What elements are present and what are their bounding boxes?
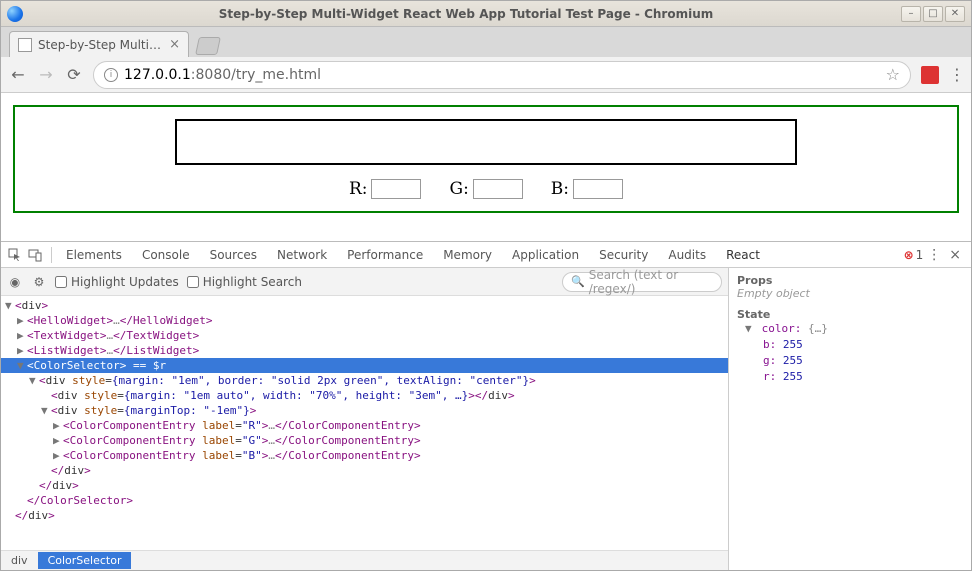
close-button[interactable]: ✕ xyxy=(945,6,965,22)
react-toolbar: ◉ ⚙ Highlight Updates Highlight Search 🔍… xyxy=(1,268,728,296)
state-r-row: r: 255 xyxy=(737,369,963,385)
tab-network[interactable]: Network xyxy=(267,242,337,267)
tab-security[interactable]: Security xyxy=(589,242,658,267)
tab-close-icon[interactable]: × xyxy=(169,37,180,52)
new-tab-button[interactable] xyxy=(195,37,221,55)
tab-title: Step-by-Step Multi-W xyxy=(38,38,163,52)
browser-tab[interactable]: Step-by-Step Multi-W × xyxy=(9,31,189,57)
bookmark-star-icon[interactable]: ☆ xyxy=(886,65,900,84)
devtools-tabbar: Elements Console Sources Network Perform… xyxy=(1,242,971,268)
extension-icon[interactable] xyxy=(921,66,939,84)
component-tree[interactable]: ▼<div> ▶<HelloWidget>…</HelloWidget> ▶<T… xyxy=(1,296,728,550)
tab-elements[interactable]: Elements xyxy=(56,242,132,267)
device-toolbar-icon[interactable] xyxy=(27,247,43,263)
color-inputs-row: R: G: B: xyxy=(15,179,957,199)
separator xyxy=(51,247,52,263)
highlight-search-label: Highlight Search xyxy=(203,275,302,289)
url-port: :8080 xyxy=(191,67,231,83)
window-root: Step-by-Step Multi-Widget React Web App … xyxy=(0,0,972,571)
breadcrumb: div ColorSelector xyxy=(1,550,728,570)
inspect-element-icon[interactable] xyxy=(7,247,23,263)
r-input[interactable] xyxy=(371,179,421,199)
search-placeholder: Search (text or /regex/) xyxy=(589,268,713,296)
window-controls: – □ ✕ xyxy=(901,6,965,22)
minimize-button[interactable]: – xyxy=(901,6,921,22)
chromium-icon xyxy=(7,6,23,22)
r-label: R: xyxy=(349,179,368,199)
tab-application[interactable]: Application xyxy=(502,242,589,267)
props-heading: Props xyxy=(737,274,963,287)
devtools-close-icon[interactable]: × xyxy=(945,247,965,263)
color-preview-box xyxy=(175,119,797,165)
tab-performance[interactable]: Performance xyxy=(337,242,433,267)
highlight-updates-toggle[interactable]: Highlight Updates xyxy=(55,275,179,289)
selected-node[interactable]: ▼<ColorSelector> == $r xyxy=(1,358,728,373)
maximize-button[interactable]: □ xyxy=(923,6,943,22)
error-count: 1 xyxy=(916,248,924,262)
state-g-row: g: 255 xyxy=(737,353,963,369)
favicon-icon xyxy=(18,38,32,52)
props-state-panel: Props Empty object State ▼ color: {…} b:… xyxy=(729,268,971,570)
url-text: 127.0.0.1:8080/try_me.html xyxy=(124,67,880,83)
url-path: /try_me.html xyxy=(231,67,321,83)
r-field: R: xyxy=(349,179,422,199)
b-label: B: xyxy=(551,179,569,199)
titlebar: Step-by-Step Multi-Widget React Web App … xyxy=(1,1,971,27)
b-input[interactable] xyxy=(573,179,623,199)
highlight-search-toggle[interactable]: Highlight Search xyxy=(187,275,302,289)
site-info-icon[interactable]: i xyxy=(104,68,118,82)
browser-menu-icon[interactable]: ⋮ xyxy=(949,65,963,84)
devtools-body: ◉ ⚙ Highlight Updates Highlight Search 🔍… xyxy=(1,268,971,570)
forward-button[interactable]: → xyxy=(37,66,55,84)
tab-audits[interactable]: Audits xyxy=(658,242,716,267)
browser-toolbar: ← → ⟳ i 127.0.0.1:8080/try_me.html ☆ ⋮ xyxy=(1,57,971,93)
highlight-updates-label: Highlight Updates xyxy=(71,275,179,289)
gear-icon[interactable]: ⚙ xyxy=(31,274,47,290)
window-title: Step-by-Step Multi-Widget React Web App … xyxy=(31,7,901,21)
url-host: 127.0.0.1 xyxy=(124,67,191,83)
color-selector: R: G: B: xyxy=(13,105,959,213)
g-label: G: xyxy=(449,179,468,199)
crumb-colorselector[interactable]: ColorSelector xyxy=(38,552,132,569)
b-field: B: xyxy=(551,179,623,199)
tab-memory[interactable]: Memory xyxy=(433,242,502,267)
page-viewport: R: G: B: xyxy=(1,93,971,241)
state-color-row[interactable]: ▼ color: {…} xyxy=(737,321,963,337)
state-b-row: b: 255 xyxy=(737,337,963,353)
error-badge-icon[interactable]: ⊗ xyxy=(904,248,914,262)
reload-button[interactable]: ⟳ xyxy=(65,66,83,84)
search-icon: 🔍 xyxy=(571,275,585,288)
state-heading: State xyxy=(737,308,963,321)
address-bar[interactable]: i 127.0.0.1:8080/try_me.html ☆ xyxy=(93,61,911,89)
tab-react[interactable]: React xyxy=(716,242,770,267)
crumb-div[interactable]: div xyxy=(1,552,38,569)
react-tree-panel: ◉ ⚙ Highlight Updates Highlight Search 🔍… xyxy=(1,268,729,570)
tab-console[interactable]: Console xyxy=(132,242,200,267)
props-empty: Empty object xyxy=(737,287,963,300)
g-field: G: xyxy=(449,179,522,199)
eye-icon[interactable]: ◉ xyxy=(7,274,23,290)
tab-strip: Step-by-Step Multi-W × xyxy=(1,27,971,57)
devtools-panel: Elements Console Sources Network Perform… xyxy=(1,241,971,570)
back-button[interactable]: ← xyxy=(9,66,27,84)
react-search-input[interactable]: 🔍Search (text or /regex/) xyxy=(562,272,722,292)
g-input[interactable] xyxy=(473,179,523,199)
devtools-more-icon[interactable]: ⋮ xyxy=(923,247,945,263)
tab-sources[interactable]: Sources xyxy=(200,242,267,267)
